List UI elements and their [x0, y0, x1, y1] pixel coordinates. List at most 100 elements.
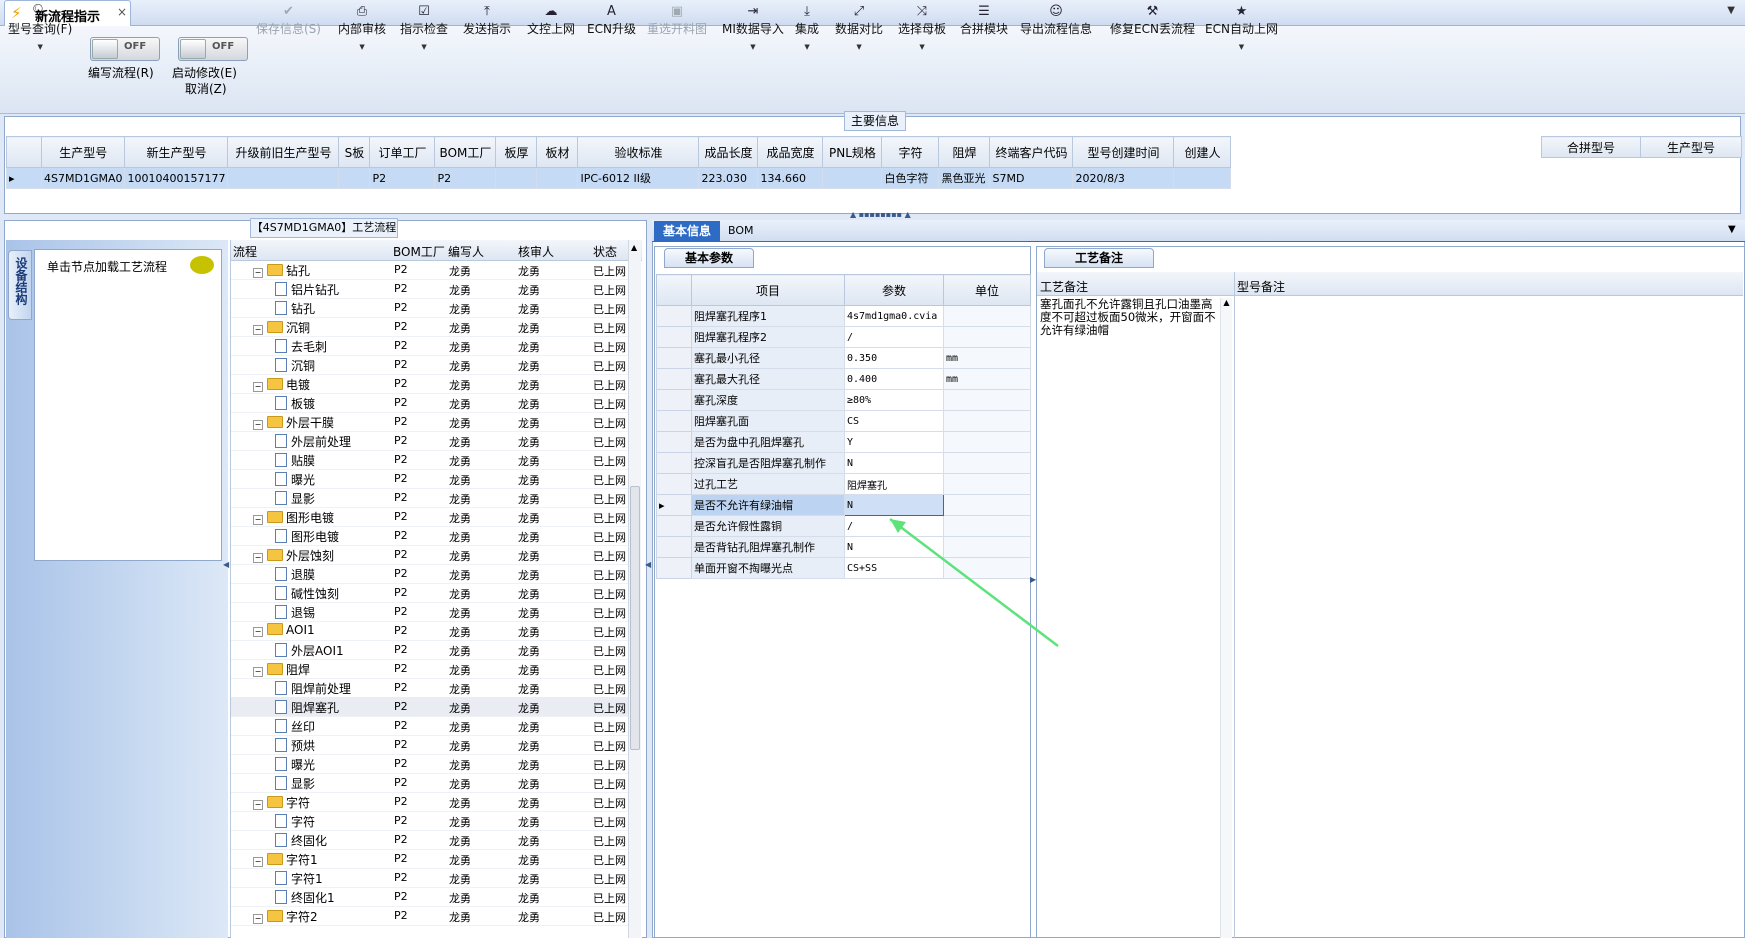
tree-node[interactable]: − 外层干膜	[253, 414, 334, 431]
table-cell[interactable]	[1173, 167, 1232, 189]
tree-node[interactable]: − 字符2	[253, 908, 318, 925]
tree-node[interactable]: 退膜	[275, 566, 315, 583]
tree-row[interactable]: − 外层干膜 P2 龙勇 龙勇 已上网	[231, 412, 631, 432]
tree-node[interactable]: 阻焊前处理	[275, 680, 351, 697]
col-header[interactable]: 订单工厂	[369, 136, 436, 168]
tree-row[interactable]: 阻焊塞孔 P2 龙勇 龙勇 已上网	[231, 697, 631, 717]
col-header[interactable]: 新生产型号	[124, 136, 229, 168]
col-header[interactable]: S板	[338, 136, 371, 168]
table-cell[interactable]: 黑色亚光	[938, 167, 991, 189]
tree-node[interactable]: 外层AOI1	[275, 642, 344, 659]
tree-node[interactable]: 去毛刺	[275, 338, 327, 355]
param-row[interactable]: 阻焊塞孔面 CS	[656, 410, 1031, 432]
param-value[interactable]: 阻焊塞孔	[844, 473, 944, 495]
col-header[interactable]: 升级前旧生产型号	[227, 136, 340, 168]
chevron-down-icon[interactable]: ▼	[898, 43, 946, 51]
tree-node[interactable]: 板镀	[275, 395, 315, 412]
toolbar-button-14[interactable]: ⚒ 修复ECN丢流程	[1110, 4, 1195, 37]
collapse-icon[interactable]: −	[253, 857, 263, 867]
tree-row[interactable]: 板镀 P2 龙勇 龙勇 已上网	[231, 393, 631, 413]
remark-tab[interactable]: 工艺备注	[1044, 248, 1154, 268]
param-value[interactable]: Y	[844, 431, 944, 453]
tree-row[interactable]: 铝片钻孔 P2 龙勇 龙勇 已上网	[231, 279, 631, 299]
splitter-handle[interactable]: ▲ ▪▪▪▪▪▪▪▪ ▲	[850, 210, 911, 219]
tree-row[interactable]: − 外层蚀刻 P2 龙勇 龙勇 已上网	[231, 545, 631, 565]
table-cell[interactable]	[536, 167, 579, 189]
col-header[interactable]: 终端客户代码	[989, 136, 1074, 168]
start-modify-toggle[interactable]: OFF	[178, 37, 248, 61]
col-header[interactable]: 成品长度	[698, 136, 759, 168]
param-row[interactable]: 是否为盘中孔阻焊塞孔 Y	[656, 431, 1031, 453]
tree-row[interactable]: 贴膜 P2 龙勇 龙勇 已上网	[231, 450, 631, 470]
tree-node[interactable]: 钻孔	[275, 300, 315, 317]
tree-row[interactable]: 丝印 P2 龙勇 龙勇 已上网	[231, 716, 631, 736]
param-value[interactable]: 4s7md1gma0.cvia	[844, 305, 944, 327]
col-header[interactable]: 成品宽度	[757, 136, 824, 168]
write-flow-toggle[interactable]: OFF	[90, 37, 160, 61]
toolbar-button-6[interactable]: A ECN升级	[587, 4, 636, 37]
tree-node[interactable]: 铝片钻孔	[275, 281, 339, 298]
table-cell[interactable]: S7MD	[989, 167, 1074, 189]
scrollbar-thumb[interactable]	[630, 486, 640, 750]
tree-col-header[interactable]: 状态	[593, 243, 617, 260]
basic-params-tab[interactable]: 基本参数	[664, 248, 754, 268]
toolbar-button-8[interactable]: ⇥ MI数据导入 ▼	[722, 4, 784, 51]
tree-node[interactable]: 字符1	[275, 870, 323, 887]
tree-row[interactable]: 显影 P2 龙勇 龙勇 已上网	[231, 488, 631, 508]
param-row[interactable]: 塞孔最大孔径 0.400 mm	[656, 368, 1031, 390]
chevron-down-icon[interactable]: ▼	[400, 43, 448, 51]
collapse-icon[interactable]: −	[253, 914, 263, 924]
tree-node[interactable]: 外层前处理	[275, 433, 351, 450]
collapse-icon[interactable]: −	[253, 667, 263, 677]
tree-node[interactable]: 丝印	[275, 718, 315, 735]
process-remark-text[interactable]: 塞孔面孔不允许露铜且孔口油墨高度不可超过板面50微米，开窗面不允许有绿油帽	[1040, 298, 1222, 337]
middle-splitter-handle[interactable]: ◀	[645, 560, 651, 569]
equipment-structure-tab[interactable]: 设备结构	[8, 250, 32, 320]
collapse-icon[interactable]: −	[253, 420, 263, 430]
tree-row[interactable]: − 沉铜 P2 龙勇 龙勇 已上网	[231, 317, 631, 337]
load-process-panel[interactable]: 单击节点加载工艺流程	[34, 249, 222, 561]
tree-node[interactable]: 贴膜	[275, 452, 315, 469]
tree-node[interactable]: − 图形电镀	[253, 509, 334, 526]
tree-row[interactable]: 退膜 P2 龙勇 龙勇 已上网	[231, 564, 631, 584]
toolbar-button-11[interactable]: ⤨ 选择母板 ▼	[898, 4, 946, 51]
window-menu-caret-icon[interactable]: ▼	[1727, 5, 1735, 16]
tree-node[interactable]: 显影	[275, 775, 315, 792]
tree-row[interactable]: − 图形电镀 P2 龙勇 龙勇 已上网	[231, 507, 631, 527]
chevron-down-icon[interactable]: ▼	[1205, 43, 1278, 51]
tree-row[interactable]: 图形电镀 P2 龙勇 龙勇 已上网	[231, 526, 631, 546]
tree-col-header[interactable]: 核审人	[518, 243, 554, 260]
col-header[interactable]: 型号创建时间	[1072, 136, 1175, 168]
tree-node[interactable]: 图形电镀	[275, 528, 339, 545]
tree-row[interactable]: 字符 P2 龙勇 龙勇 已上网	[231, 811, 631, 831]
chevron-down-icon[interactable]: ▼	[835, 43, 883, 51]
toolbar-button-12[interactable]: ☰ 合拼模块	[960, 4, 1008, 37]
toolbar-button-15[interactable]: ★ ECN自动上网 ▼	[1205, 4, 1278, 51]
tree-col-header[interactable]: BOM工厂	[393, 243, 445, 260]
param-value[interactable]: 0.400	[844, 368, 944, 390]
table-cell[interactable]	[495, 167, 538, 189]
tree-node[interactable]: − 钻孔	[253, 262, 310, 279]
table-row[interactable]: ▸ 4S7MD1GMA0 10010400157177 P2 P2 IPC-6012 II…	[6, 167, 1232, 189]
tree-row[interactable]: 退锡 P2 龙勇 龙勇 已上网	[231, 602, 631, 622]
tree-row[interactable]: 曝光 P2 龙勇 龙勇 已上网	[231, 469, 631, 489]
param-value[interactable]: CS	[844, 410, 944, 432]
table-cell[interactable]: 134.660	[757, 167, 824, 189]
tree-node[interactable]: 沉铜	[275, 357, 315, 374]
table-cell[interactable]: 白色字符	[881, 167, 940, 189]
param-row[interactable]: 阻焊塞孔程序1 4s7md1gma0.cvia	[656, 305, 1031, 327]
tree-row[interactable]: 外层前处理 P2 龙勇 龙勇 已上网	[231, 431, 631, 451]
tree-node[interactable]: 终固化	[275, 832, 327, 849]
tree-node[interactable]: 显影	[275, 490, 315, 507]
table-cell[interactable]	[338, 167, 371, 189]
tree-node[interactable]: − 字符1	[253, 851, 318, 868]
col-header[interactable]: 生产型号	[40, 136, 126, 168]
tree-row[interactable]: 字符1 P2 龙勇 龙勇 已上网	[231, 868, 631, 888]
param-row[interactable]: 塞孔最小孔径 0.350 mm	[656, 347, 1031, 369]
toolbar-button-7[interactable]: ▣ 重选开料图	[647, 4, 707, 37]
tree-row[interactable]: 显影 P2 龙勇 龙勇 已上网	[231, 773, 631, 793]
tree-node[interactable]: 终固化1	[275, 889, 335, 906]
param-row[interactable]: 塞孔深度 ≥80%	[656, 389, 1031, 411]
tree-row[interactable]: 钻孔 P2 龙勇 龙勇 已上网	[231, 298, 631, 318]
table-cell[interactable]: P2	[369, 167, 436, 189]
